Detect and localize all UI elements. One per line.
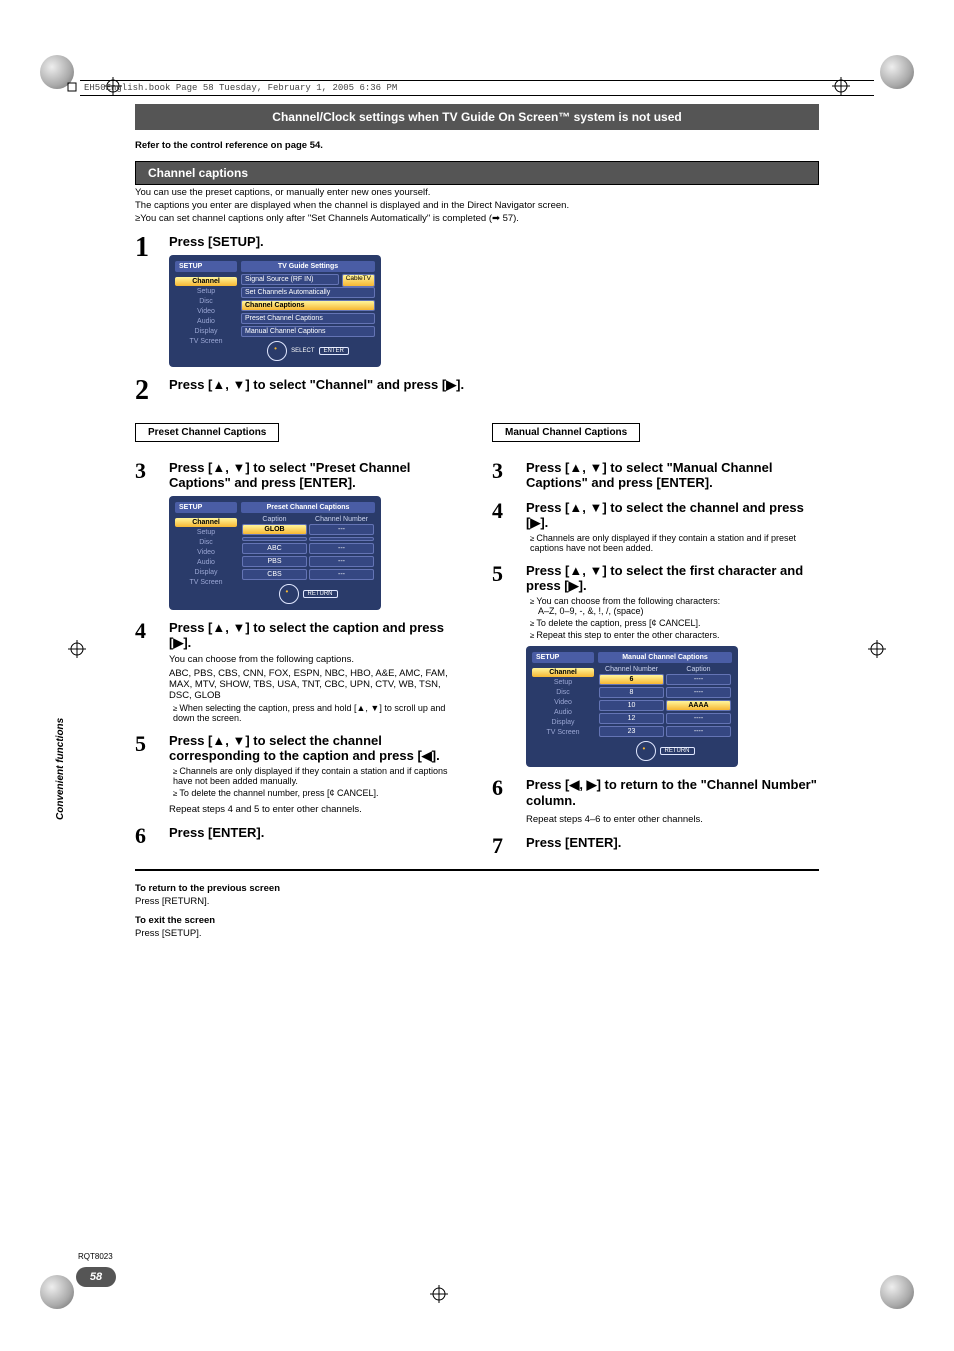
osd-setup-screenshot: SETUP Channel Setup Disc Video Audio Dis… [169, 255, 381, 367]
step-4r-title: Press [▲, ▼] to select the channel and p… [526, 500, 819, 531]
step-6l-title: Press [ENTER]. [169, 825, 462, 840]
step-4l-title: Press [▲, ▼] to select the caption and p… [169, 620, 462, 651]
step-5r-title: Press [▲, ▼] to select the first charact… [526, 563, 819, 594]
cropmark-icon [868, 640, 886, 658]
col-label: Manual Channel Captions [492, 423, 640, 442]
page-title: Channel/Clock settings when TV Guide On … [135, 104, 819, 130]
decor-sphere [880, 1275, 914, 1309]
decor-sphere [880, 55, 914, 89]
dpad-icon [267, 341, 287, 361]
column-manual: Manual Channel Captions 3 Press [▲, ▼] t… [492, 423, 819, 857]
side-tab-label: Convenient functions [56, 718, 66, 820]
step-1: 1 Press [SETUP]. SETUP Channel Setup Dis… [135, 234, 819, 367]
decor-sphere [40, 1275, 74, 1309]
doc-code: RQT8023 [78, 1252, 113, 1261]
column-preset: Preset Channel Captions 3 Press [▲, ▼] t… [135, 423, 462, 857]
step-3r-title: Press [▲, ▼] to select "Manual Channel C… [526, 460, 819, 490]
dpad-icon [279, 584, 299, 604]
footer-notes: To return to the previous screen Press [… [135, 883, 819, 939]
step-6r-title: Press [◀, ▶] to return to the "Channel N… [526, 777, 819, 808]
step-2-title: Press [▲, ▼] to select "Channel" and pre… [169, 377, 819, 393]
step-7r-title: Press [ENTER]. [526, 835, 819, 850]
osd-preset-screenshot: SETUP Channel Setup Disc Video Audio Dis… [169, 496, 381, 610]
intro-bullet: ≥You can set channel captions only after… [135, 213, 819, 224]
step-1-title: Press [SETUP]. [169, 234, 819, 249]
dpad-icon [636, 741, 656, 761]
step-3l-title: Press [▲, ▼] to select "Preset Channel C… [169, 460, 462, 490]
col-label: Preset Channel Captions [135, 423, 279, 442]
manual-page: EH50English.book Page 58 Tuesday, Februa… [0, 0, 954, 1351]
cropmark-icon [68, 640, 86, 658]
book-icon [66, 81, 78, 93]
book-header: EH50English.book Page 58 Tuesday, Februa… [80, 80, 874, 96]
osd-manual-screenshot: SETUP Channel Setup Disc Video Audio Dis… [526, 646, 738, 767]
page-number: 58 [76, 1267, 116, 1287]
intro-text: You can use the preset captions, or manu… [135, 187, 819, 224]
section-heading: Channel captions [135, 161, 819, 185]
step-2: 2 Press [▲, ▼] to select "Channel" and p… [135, 377, 819, 405]
divider [135, 869, 819, 871]
columns: Preset Channel Captions 3 Press [▲, ▼] t… [135, 423, 819, 857]
ref-note: Refer to the control reference on page 5… [135, 140, 819, 151]
step-5l-title: Press [▲, ▼] to select the channel corre… [169, 733, 462, 764]
cropmark-icon [430, 1285, 448, 1303]
